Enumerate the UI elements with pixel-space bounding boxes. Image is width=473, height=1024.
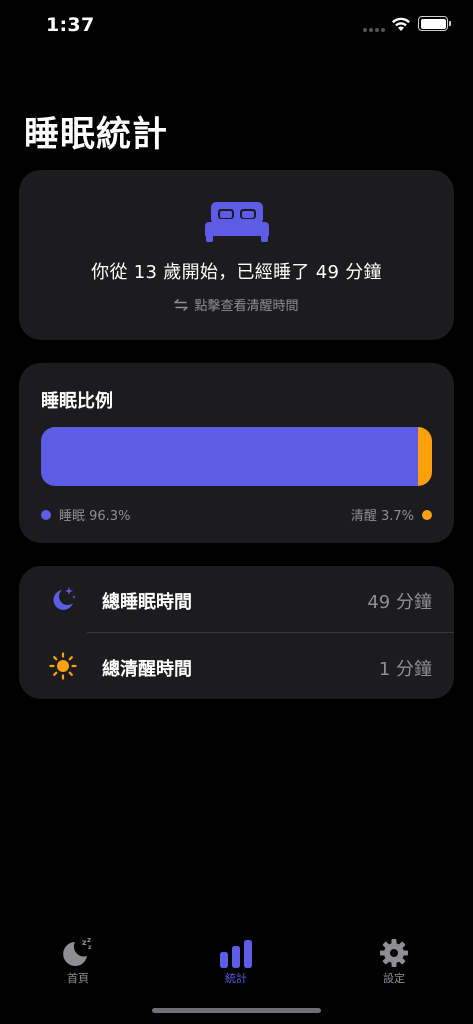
total-sleep-row: 總睡眠時間 49 分鐘	[19, 566, 454, 633]
wifi-icon	[392, 17, 410, 31]
bar-chart-icon	[220, 940, 252, 968]
page-title: 睡眠統計	[24, 115, 169, 155]
tab-stats[interactable]: 統計	[191, 930, 281, 986]
sleep-summary-text: 你從 13 歲開始，已經睡了 49 分鐘	[91, 262, 382, 283]
moon-zzz-icon: z z z	[63, 936, 92, 966]
battery-icon	[418, 16, 451, 31]
ratio-bar-awake-segment	[417, 427, 432, 486]
total-awake-row: 總清醒時間 1 分鐘	[19, 633, 454, 699]
total-awake-label: 總清醒時間	[102, 659, 192, 680]
tab-home-label: 首頁	[67, 972, 89, 985]
total-awake-value: 1 分鐘	[378, 659, 432, 680]
total-sleep-label: 總睡眠時間	[102, 592, 192, 613]
toggle-hint[interactable]: 點擊查看清醒時間	[19, 295, 454, 314]
sleep-summary-card[interactable]: 你從 13 歲開始，已經睡了 49 分鐘 點擊查看清醒時間	[19, 170, 454, 340]
swap-arrows-icon	[174, 298, 189, 311]
status-bar: 1:37	[0, 0, 473, 54]
bed-icon	[205, 202, 269, 242]
svg-text:z: z	[88, 944, 92, 951]
toggle-hint-text: 點擊查看清醒時間	[194, 299, 299, 314]
moon-stars-icon	[53, 587, 76, 610]
screen: 1:37 睡眠統計 你從 13 歲開始，已經睡了 49 分鐘 點擊查看清醒時間 …	[0, 0, 473, 1024]
legend-awake-dot	[422, 509, 432, 520]
ratio-bar-sleep-segment	[41, 427, 418, 486]
tab-settings[interactable]: 設定	[349, 930, 439, 986]
total-sleep-value: 49 分鐘	[367, 592, 432, 613]
tab-home[interactable]: z z z 首頁	[33, 930, 123, 986]
legend-awake: 清醒 3.7%	[351, 505, 432, 524]
legend-sleep-label: 睡眠 96.3%	[59, 509, 131, 524]
ratio-bar	[41, 427, 432, 486]
ratio-title: 睡眠比例	[41, 391, 113, 412]
totals-card: 總睡眠時間 49 分鐘 總清醒時間 1 分鐘	[19, 566, 454, 699]
sun-icon	[49, 652, 77, 680]
sleep-ratio-card: 睡眠比例 睡眠 96.3% 清醒 3.7%	[19, 363, 454, 543]
gear-icon	[380, 939, 408, 967]
legend-awake-label: 清醒 3.7%	[350, 509, 414, 524]
legend-sleep: 睡眠 96.3%	[41, 505, 130, 524]
legend-sleep-dot	[41, 509, 51, 520]
tab-settings-label: 設定	[383, 972, 405, 985]
tab-stats-label: 統計	[225, 972, 247, 985]
cellular-signal-icon	[363, 28, 385, 32]
svg-text:z: z	[87, 936, 91, 944]
home-indicator	[152, 1008, 321, 1013]
status-time: 1:37	[46, 14, 95, 36]
